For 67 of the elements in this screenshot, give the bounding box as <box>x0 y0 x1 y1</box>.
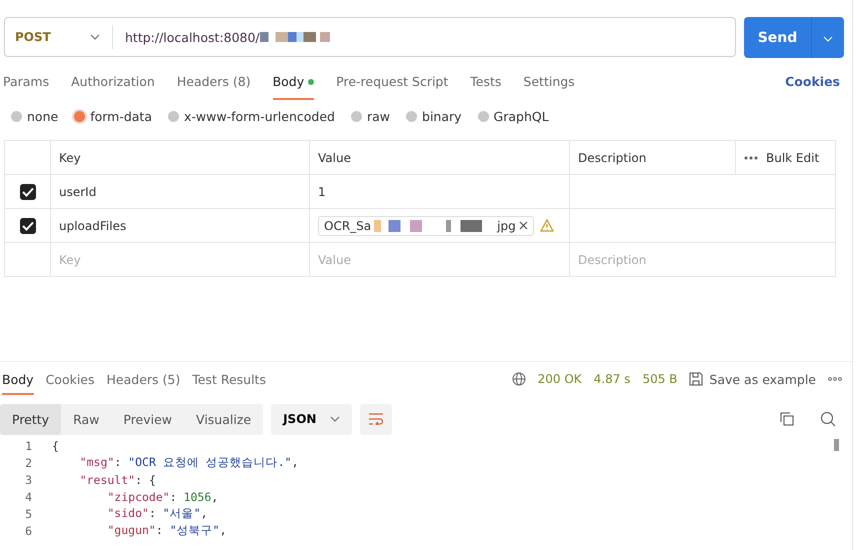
request-tab[interactable]: Pre-request Script <box>336 74 448 100</box>
body-type-radio[interactable]: x-www-form-urlencoded <box>168 106 335 126</box>
code-line: "sido": "서울", <box>106 506 208 521</box>
view-mode-tab[interactable]: Visualize <box>184 404 264 434</box>
body-type-radio[interactable]: raw <box>350 106 390 126</box>
line-number: 5 <box>24 506 32 520</box>
scrollbar[interactable] <box>834 439 839 451</box>
column-header: Value <box>309 141 569 174</box>
body-type-radio[interactable]: form-data <box>74 106 152 126</box>
request-tab[interactable]: Params <box>3 74 50 100</box>
send-button[interactable]: Send <box>744 17 812 58</box>
code-line: "msg": "OCR 요청에 성공했습니다.", <box>78 455 298 470</box>
line-number: 6 <box>24 524 32 538</box>
method-dropdown[interactable]: POST <box>5 25 113 49</box>
copy-icon[interactable] <box>780 412 794 426</box>
code-line: "gugun": "성북구", <box>106 523 227 538</box>
bulk-edit-link[interactable]: Bulk Edit <box>766 150 820 164</box>
chevron-down-icon <box>90 34 100 40</box>
response-size: 505 B <box>642 372 678 386</box>
code-line: { <box>52 438 59 452</box>
code-line: "result": { <box>78 472 156 486</box>
response-tab[interactable]: Headers (5) <box>106 364 180 394</box>
view-mode-tab[interactable]: Raw <box>61 404 112 434</box>
response-tab[interactable]: Cookies <box>46 364 95 394</box>
body-type-radio[interactable]: none <box>11 106 58 126</box>
request-tab[interactable]: Authorization <box>71 74 155 100</box>
warning-icon <box>540 219 554 232</box>
line-number: 4 <box>24 490 32 504</box>
column-header: Key <box>50 141 309 174</box>
code-line: "zipcode": 1056, <box>106 490 218 504</box>
response-time: 4.87 s <box>594 372 630 386</box>
request-tab[interactable]: Body <box>272 74 314 100</box>
checkbox[interactable] <box>20 184 36 200</box>
close-icon[interactable] <box>518 221 528 230</box>
chevron-down-icon <box>330 416 340 422</box>
checkbox[interactable] <box>20 218 36 234</box>
body-type-radio[interactable]: GraphQL <box>478 106 549 126</box>
request-tab[interactable]: Tests <box>470 74 502 100</box>
search-icon[interactable] <box>820 411 836 427</box>
format-dropdown[interactable]: JSON <box>271 404 352 434</box>
line-number: 3 <box>24 472 32 486</box>
request-tab[interactable]: Headers (8) <box>176 74 251 100</box>
response-tab[interactable]: Body <box>2 364 34 394</box>
request-tab[interactable]: Settings <box>523 74 575 100</box>
view-mode-tab[interactable]: Pretty <box>0 404 62 434</box>
file-chip: OCR_Sa jpg <box>318 216 534 236</box>
save-as-example-button[interactable]: Save as example <box>689 372 816 386</box>
more-icon[interactable] <box>828 377 842 381</box>
status-code: 200 OK <box>538 372 582 386</box>
key-cell: userId <box>50 175 309 208</box>
wrap-lines-button[interactable] <box>360 404 392 434</box>
url-text: http://localhost:8080/ <box>125 30 260 44</box>
value-cell: 1 <box>318 184 326 198</box>
chevron-down-icon <box>823 36 833 42</box>
wrap-lines-icon <box>368 413 384 425</box>
column-header: Description <box>569 141 735 174</box>
redacted-block <box>260 32 330 42</box>
response-tab[interactable]: Test Results <box>192 364 266 394</box>
view-mode-tab[interactable]: Preview <box>111 404 184 434</box>
url-field[interactable]: http://localhost:8080/ <box>113 30 330 44</box>
body-type-radio[interactable]: binary <box>406 106 462 126</box>
cookies-link[interactable]: Cookies <box>785 74 840 89</box>
key-cell: uploadFiles <box>50 209 309 242</box>
globe-icon <box>512 372 526 386</box>
line-number: 2 <box>24 456 32 470</box>
line-number: 1 <box>24 438 32 452</box>
more-icon[interactable] <box>744 156 758 160</box>
